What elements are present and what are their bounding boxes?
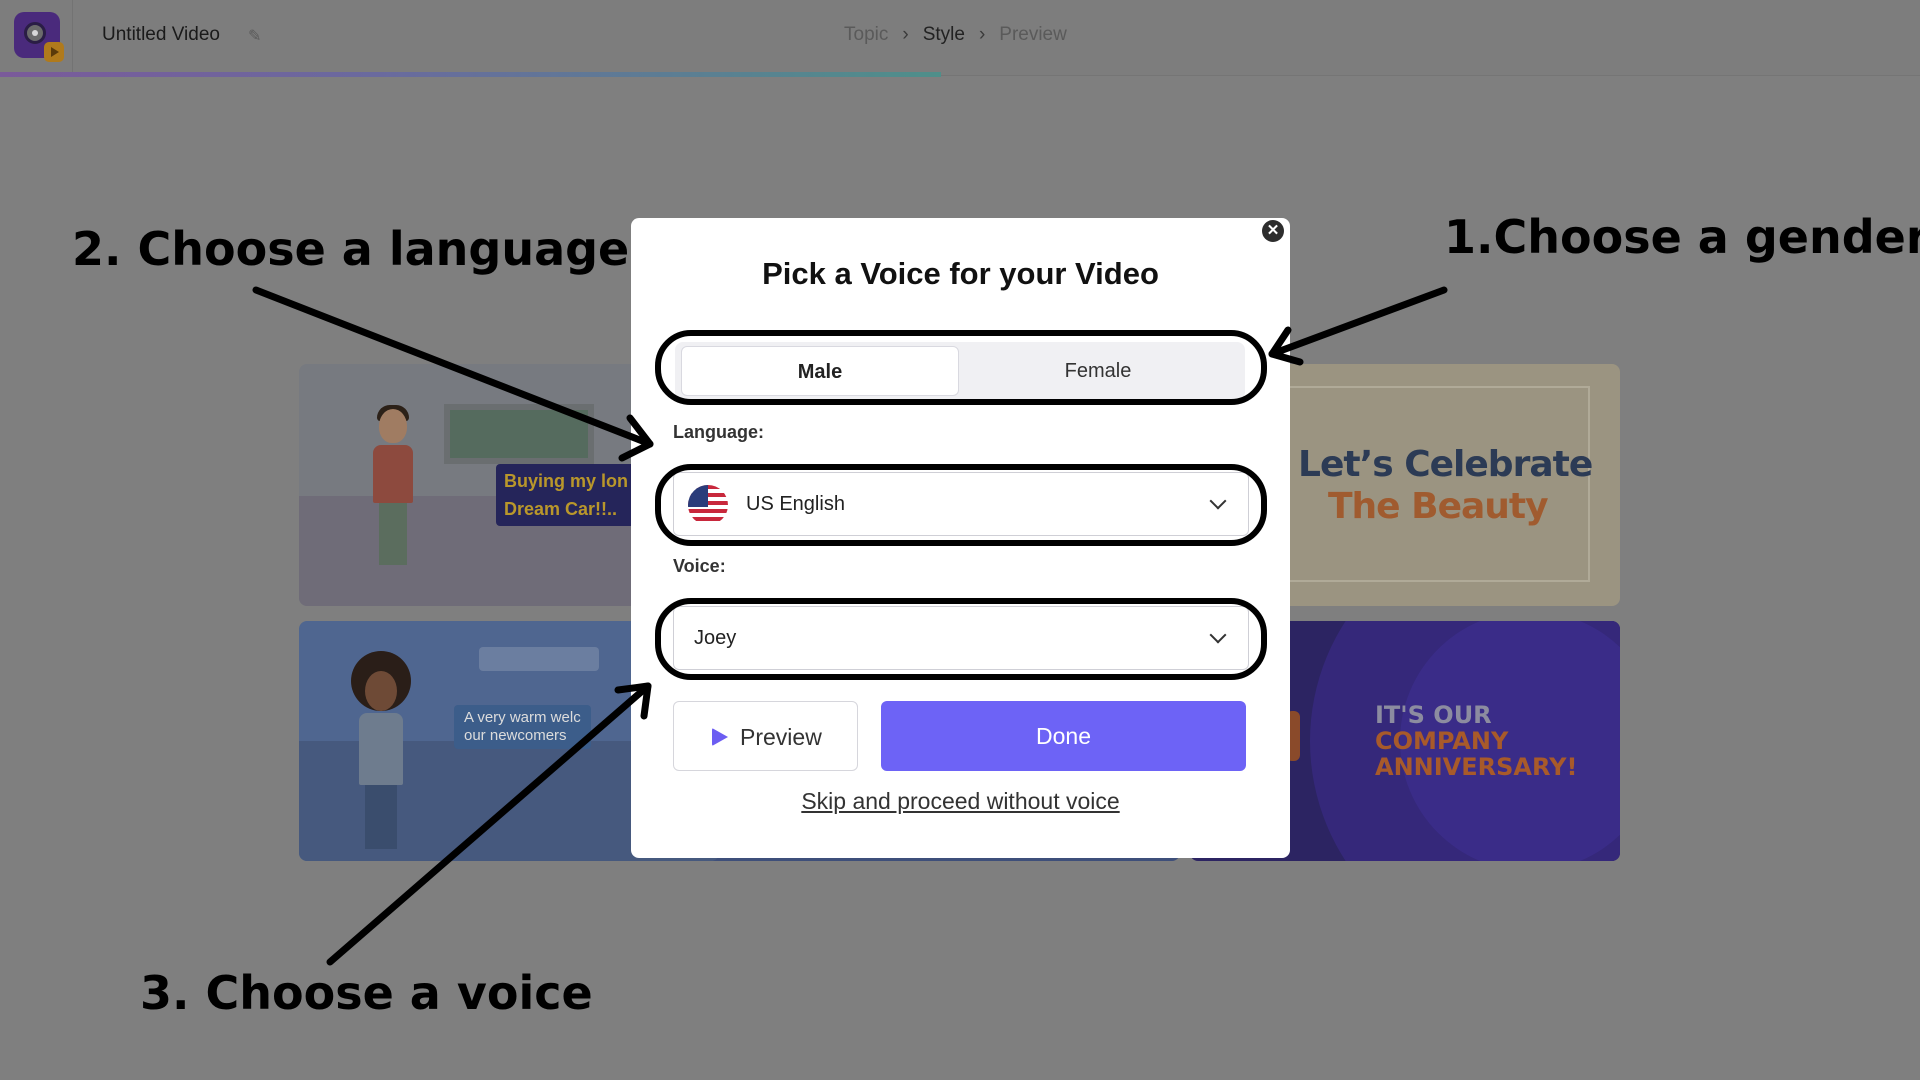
language-select[interactable]: US English	[673, 472, 1249, 536]
breadcrumb-preview[interactable]: Preview	[999, 24, 1067, 46]
breadcrumb: Topic › Style › Preview	[844, 24, 1067, 46]
card-subline: The Beauty	[1328, 486, 1549, 527]
voice-label: Voice:	[673, 556, 726, 576]
edit-title-icon[interactable]: ✎	[248, 26, 261, 46]
modal-title: Pick a Voice for your Video	[762, 256, 1159, 291]
language-label: Language:	[673, 422, 765, 442]
speech-caption: Buying my lon Dream Car!!..	[496, 464, 637, 526]
caption-line: Dream Car!!..	[504, 499, 618, 519]
caption-line: our newcomers	[464, 727, 567, 744]
card-line: ANNIVERSARY!	[1375, 753, 1578, 781]
caption-line: Buying my lon	[504, 471, 629, 491]
us-flag-icon	[688, 485, 728, 525]
breadcrumb-topic[interactable]: Topic	[844, 24, 888, 46]
speech-caption: A very warm welc our newcomers	[454, 705, 591, 749]
character-illustration	[351, 651, 411, 851]
breadcrumb-style[interactable]: Style	[923, 24, 965, 46]
top-bar: Untitled Video ✎ Topic › Style › Preview	[0, 0, 1920, 77]
progress-bar	[0, 72, 941, 77]
close-icon[interactable]: ✕	[1262, 220, 1284, 242]
chevron-down-icon	[1209, 492, 1227, 510]
divider	[72, 0, 73, 75]
voice-select[interactable]: Joey	[673, 606, 1249, 670]
preview-button[interactable]: Preview	[673, 701, 858, 771]
card-line: COMPANY	[1375, 727, 1509, 755]
app-logo[interactable]	[14, 12, 64, 62]
play-icon	[712, 728, 728, 746]
play-badge-icon	[44, 42, 64, 62]
breadcrumb-separator: ›	[978, 24, 986, 45]
breadcrumb-separator: ›	[902, 24, 909, 45]
voice-picker-modal: ✕ Pick a Voice for your Video Male Femal…	[631, 218, 1290, 858]
arrow-gender	[1268, 286, 1448, 358]
gender-option-male[interactable]: Male	[681, 346, 959, 396]
done-button[interactable]: Done	[881, 701, 1246, 771]
card-line: IT'S OUR	[1375, 701, 1492, 729]
annotation-step2: 2. Choose a language	[72, 222, 630, 276]
voice-value: Joey	[694, 627, 737, 649]
video-title[interactable]: Untitled Video	[102, 24, 220, 46]
annotation-step3: 3. Choose a voice	[140, 966, 593, 1020]
camera-icon	[24, 22, 46, 44]
language-value: US English	[746, 493, 845, 515]
gender-option-female[interactable]: Female	[959, 346, 1237, 396]
card-headline: Let’s Celebrate	[1298, 444, 1593, 485]
character-illustration	[369, 405, 417, 569]
caption-line: A very warm welc	[464, 709, 581, 726]
annotation-step1: 1.Choose a gender	[1444, 210, 1920, 264]
gender-toggle: Male Female	[675, 342, 1245, 400]
chevron-down-icon	[1209, 626, 1227, 644]
preview-label: Preview	[740, 724, 822, 750]
skip-link[interactable]: Skip and proceed without voice	[631, 788, 1290, 815]
